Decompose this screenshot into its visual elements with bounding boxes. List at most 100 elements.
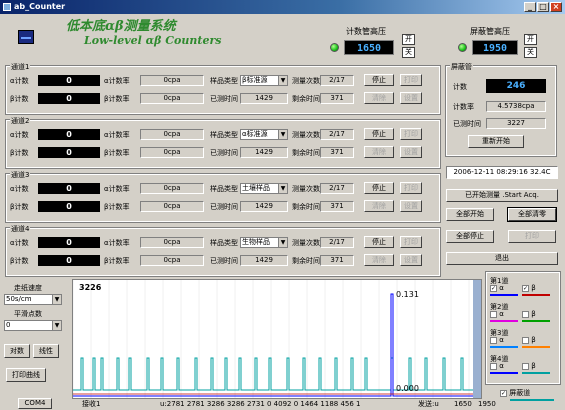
legend-beta-item[interactable]: β <box>522 362 536 370</box>
alpha-label: α <box>499 284 504 292</box>
alpha-rate-field: 0cpa <box>140 129 204 140</box>
print-button[interactable]: 打印 <box>400 128 422 140</box>
stop-button[interactable]: 停止 <box>364 236 394 248</box>
stop-button[interactable]: 停止 <box>364 128 394 140</box>
legend-beta-item[interactable]: ✓ β <box>522 284 536 292</box>
start-all-button[interactable]: 全部开始 <box>446 208 494 221</box>
clear-button[interactable]: 清除 <box>364 92 394 104</box>
plot-left-value: 3226 <box>79 283 102 292</box>
status-display: 已开始测量 .Start Acq. <box>446 189 558 202</box>
sample-type-select[interactable]: α标准源 ▼ <box>240 129 288 140</box>
setup-button[interactable]: 设置 <box>400 92 422 104</box>
print-curve-button[interactable]: 打印曲线 <box>6 368 46 382</box>
linear-scale-button[interactable]: 线性 <box>33 344 59 358</box>
alpha-rate-label: α计数率 <box>104 131 130 139</box>
clear-button[interactable]: 清除 <box>364 146 394 158</box>
legend-beta-item[interactable]: β <box>522 336 536 344</box>
clear-button[interactable]: 清除 <box>364 200 394 212</box>
alpha-legend-line <box>490 294 518 296</box>
restart-button[interactable]: 重新开始 <box>468 135 524 148</box>
chevron-down-icon[interactable]: ▼ <box>52 295 61 304</box>
elapsed-time-field: 1429 <box>240 147 288 158</box>
beta-count-label: β计数 <box>10 203 29 211</box>
stop-button[interactable]: 停止 <box>364 182 394 194</box>
sample-type-select[interactable]: β标准源 ▼ <box>240 75 288 86</box>
log-scale-button[interactable]: 对数 <box>4 344 30 358</box>
beta-checkbox[interactable] <box>522 336 529 344</box>
legend-alpha-item[interactable]: α <box>490 362 504 370</box>
remaining-time-label: 剩余时间 <box>292 203 320 211</box>
hv-guard-display: 1950 <box>472 40 518 55</box>
status-hv1: 1650 <box>454 400 472 408</box>
print-button[interactable]: 打印 <box>400 236 422 248</box>
beta-checkbox[interactable] <box>522 362 529 370</box>
alpha-checkbox[interactable] <box>490 310 497 318</box>
send-label: 发送:u <box>418 400 439 408</box>
guard-legend-label: 屏蔽道 <box>509 389 531 397</box>
hv-counter-off-button[interactable]: 关 <box>402 47 415 58</box>
beta-rate-field: 0cpa <box>140 93 204 104</box>
legend-alpha-item[interactable]: α <box>490 310 504 318</box>
alpha-label: α <box>499 336 504 344</box>
guard-legend-item[interactable]: ✓ 屏蔽道 <box>500 388 530 398</box>
smooth-points-select[interactable]: 0 ▼ <box>4 320 62 331</box>
hv-counter-on-button[interactable]: 开 <box>402 34 415 45</box>
alpha-checkbox[interactable] <box>490 336 497 344</box>
guard-elapsed-field: 3227 <box>486 118 546 129</box>
chevron-down-icon[interactable]: ▼ <box>278 130 287 139</box>
alpha-checkbox[interactable] <box>490 362 497 370</box>
sample-type-value: α标准源 <box>242 130 268 138</box>
legend-alpha-item[interactable]: ✓ α <box>490 284 504 292</box>
beta-checkbox[interactable]: ✓ <box>522 284 529 292</box>
chevron-down-icon[interactable]: ▼ <box>278 184 287 193</box>
hv-guard-off-button[interactable]: 关 <box>524 47 537 58</box>
chevron-down-icon[interactable]: ▼ <box>278 238 287 247</box>
beta-legend-line <box>522 294 550 296</box>
guard-legend-line <box>510 399 554 401</box>
sample-type-value: β标准源 <box>242 76 268 84</box>
measure-count-field: 2/17 <box>320 129 354 140</box>
legend-beta-item[interactable]: β <box>522 310 536 318</box>
elapsed-time-field: 1429 <box>240 255 288 266</box>
smooth-points-value: 0 <box>6 321 11 329</box>
sample-type-select[interactable]: 土壤样品 ▼ <box>240 183 288 194</box>
setup-button[interactable]: 设置 <box>400 254 422 266</box>
logo-icon <box>18 30 34 44</box>
alpha-checkbox[interactable]: ✓ <box>490 284 497 292</box>
channel-title: 通道2 <box>10 116 31 126</box>
print-all-button[interactable]: 打印 <box>508 230 556 243</box>
paper-speed-select[interactable]: 50s/cm ▼ <box>4 294 62 305</box>
remaining-time-label: 剩余时间 <box>292 257 320 265</box>
alpha-rate-label: α计数率 <box>104 239 130 247</box>
print-button[interactable]: 打印 <box>400 74 422 86</box>
stop-button[interactable]: 停止 <box>364 74 394 86</box>
print-button[interactable]: 打印 <box>400 182 422 194</box>
smooth-points-label: 平滑点数 <box>14 310 42 318</box>
elapsed-time-label: 已测时间 <box>210 257 238 265</box>
chevron-down-icon[interactable]: ▼ <box>52 321 61 330</box>
maximize-button[interactable]: □ <box>537 2 549 12</box>
sample-type-value: 生物样品 <box>242 238 270 246</box>
beta-checkbox[interactable] <box>522 310 529 318</box>
guard-checkbox[interactable]: ✓ <box>500 389 507 397</box>
minimize-button[interactable]: _ <box>524 2 536 12</box>
sample-type-select[interactable]: 生物样品 ▼ <box>240 237 288 248</box>
clear-button[interactable]: 清除 <box>364 254 394 266</box>
close-button[interactable]: × <box>550 2 562 12</box>
exit-button[interactable]: 退出 <box>446 252 558 265</box>
setup-button[interactable]: 设置 <box>400 146 422 158</box>
setup-button[interactable]: 设置 <box>400 200 422 212</box>
title-bar: ab_Counter _ □ × <box>0 0 565 14</box>
legend-alpha-item[interactable]: α <box>490 336 504 344</box>
com-port-button[interactable]: COM4 <box>18 398 52 409</box>
stop-all-button[interactable]: 全部停止 <box>446 230 494 243</box>
plot-scroll-strip[interactable] <box>473 280 481 398</box>
alpha-legend-line <box>490 320 518 322</box>
channel-title: 通道4 <box>10 224 31 234</box>
beta-legend-line <box>522 346 550 348</box>
guard-trace <box>73 357 481 391</box>
chevron-down-icon[interactable]: ▼ <box>278 76 287 85</box>
beta-legend-line <box>522 372 550 374</box>
clear-all-button[interactable]: 全部清零 <box>507 207 557 222</box>
hv-guard-on-button[interactable]: 开 <box>524 34 537 45</box>
